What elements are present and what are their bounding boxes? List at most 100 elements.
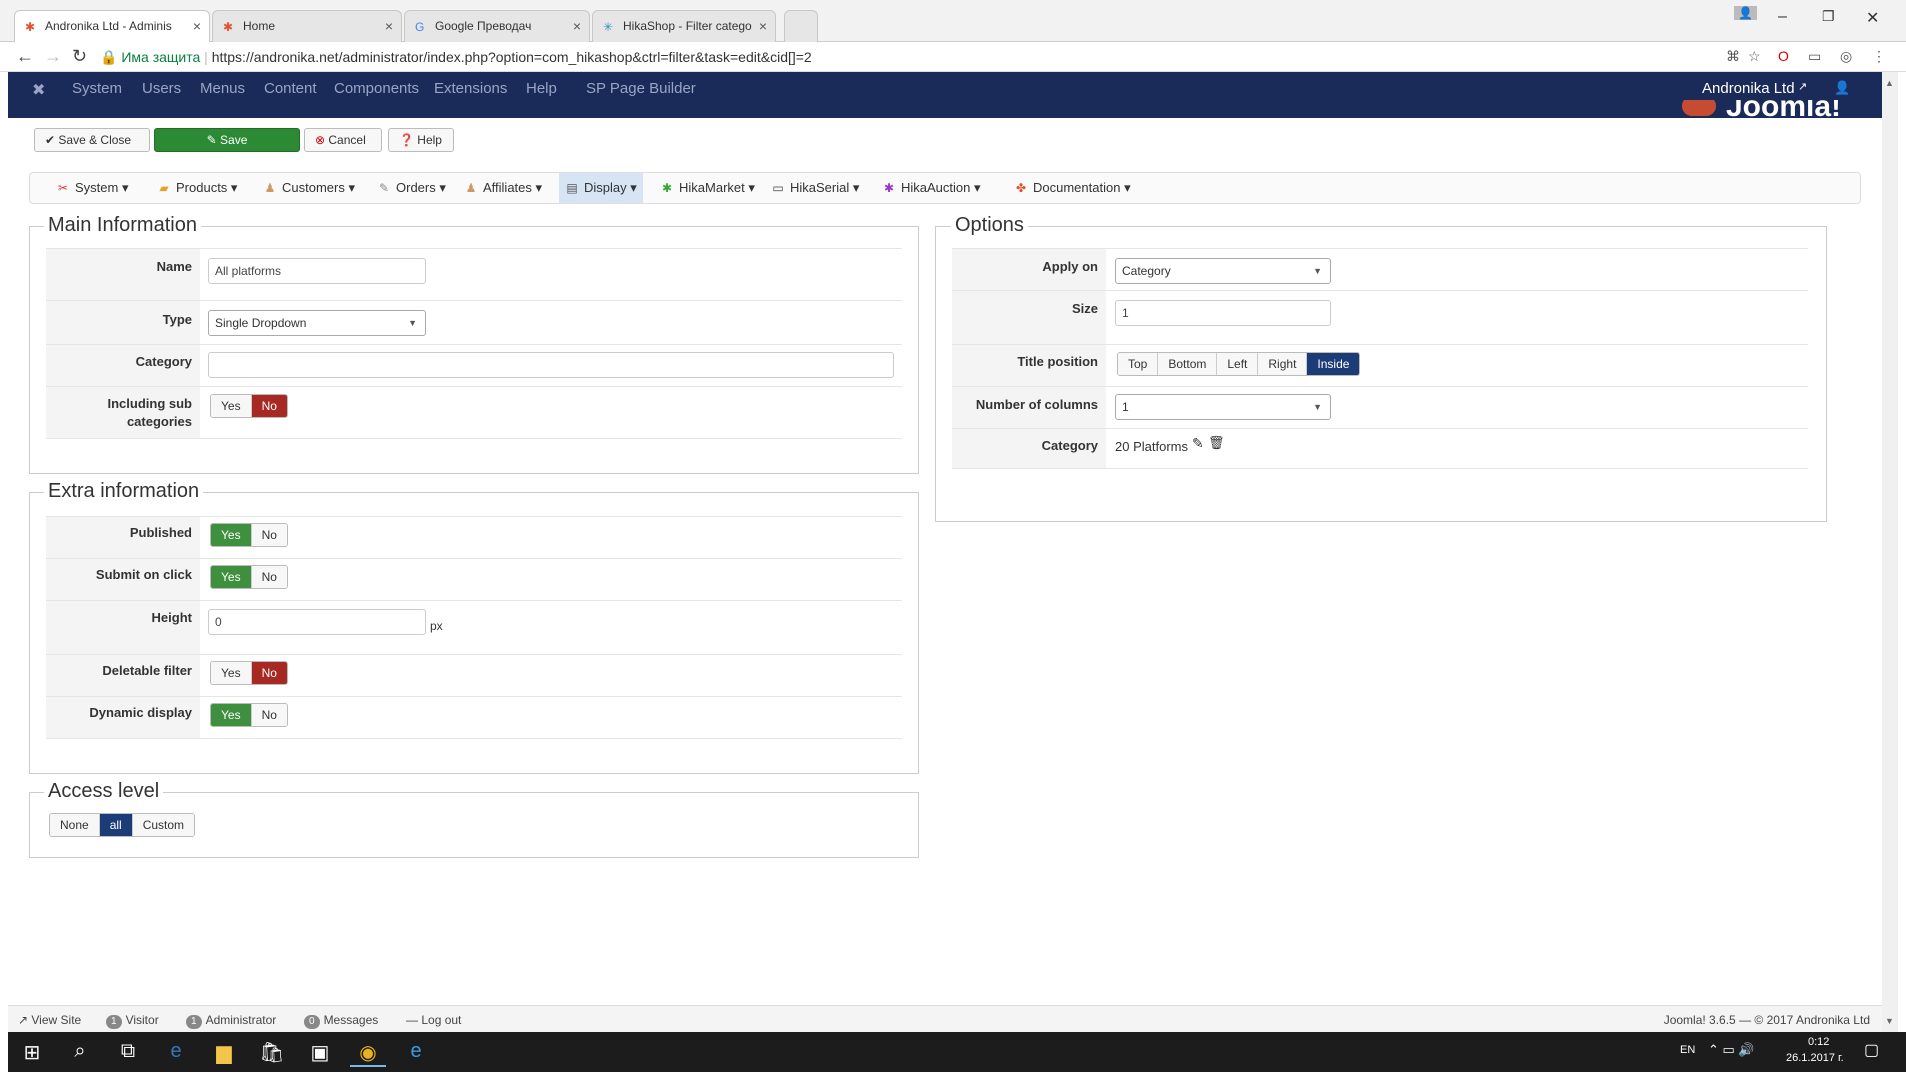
edge-icon[interactable]: e <box>158 1040 194 1063</box>
browser-tab-andronika[interactable]: ✱ Andronika Ltd - Adminis × <box>14 10 210 42</box>
browser-tab-home[interactable]: ✱ Home × <box>212 10 402 42</box>
notifications-icon[interactable]: ▢ <box>1864 1040 1879 1060</box>
translate-icon[interactable]: ⌘ <box>1726 48 1740 65</box>
hika-menu-display[interactable]: ▤ Display ▾ <box>559 173 643 203</box>
including-subcategories-toggle[interactable]: Yes No <box>210 394 288 418</box>
submit-on-click-toggle[interactable]: Yes No <box>210 565 288 589</box>
browser-tab-hikashop[interactable]: ✳ HikaShop - Filter catego × <box>592 10 776 42</box>
task-view-icon[interactable]: ⧉ <box>110 1040 146 1063</box>
joomla-logo-icon[interactable]: ✖ <box>32 80 45 100</box>
opera-icon[interactable]: O <box>1778 48 1789 64</box>
title-position-toggle[interactable]: Top Bottom Left Right Inside <box>1117 352 1361 376</box>
yes-option[interactable]: Yes <box>211 566 252 588</box>
menu-components[interactable]: Components <box>334 80 419 97</box>
hika-menu-customers[interactable]: ♟ Customers ▾ <box>257 173 361 203</box>
no-option[interactable]: No <box>251 524 287 546</box>
yes-option[interactable]: Yes <box>211 395 252 417</box>
menu-content[interactable]: Content <box>264 80 317 97</box>
page-scrollbar[interactable]: ▲ ▼ <box>1882 72 1898 1032</box>
visitor-status[interactable]: 1 Visitor <box>106 1013 159 1029</box>
clock-date[interactable]: 26.1.2017 г. <box>1786 1052 1844 1064</box>
title-position-right[interactable]: Right <box>1258 353 1308 375</box>
administrator-status[interactable]: 1 Administrator <box>186 1013 276 1029</box>
hika-menu-products[interactable]: ▰ Products ▾ <box>151 173 243 203</box>
menu-users[interactable]: Users <box>142 80 181 97</box>
calculator-icon[interactable]: ▣ <box>302 1040 338 1065</box>
store-icon[interactable]: 🛍 <box>254 1040 290 1065</box>
number-of-columns-select[interactable]: 1 ▼ <box>1115 394 1331 420</box>
maximize-icon[interactable]: ❐ <box>1822 8 1835 25</box>
no-option[interactable]: No <box>251 566 287 588</box>
save-button[interactable]: ✎ Save <box>154 128 300 152</box>
browser-tab-google-translate[interactable]: G Google Преводач × <box>404 10 590 42</box>
hika-menu-orders[interactable]: ✎ Orders ▾ <box>371 173 452 203</box>
height-input[interactable]: 0 <box>208 609 426 635</box>
window-close-icon[interactable]: ✕ <box>1866 8 1879 28</box>
menu-icon[interactable]: ⋮ <box>1872 48 1886 65</box>
published-toggle[interactable]: Yes No <box>210 523 288 547</box>
title-position-top[interactable]: Top <box>1118 353 1159 375</box>
no-option[interactable]: No <box>251 395 287 417</box>
close-icon[interactable]: × <box>193 11 201 41</box>
help-button[interactable]: ❓ Help <box>388 128 454 152</box>
cast-icon[interactable]: ▭ <box>1808 48 1821 65</box>
hika-menu-hikamarket[interactable]: ✱ HikaMarket ▾ <box>654 173 761 203</box>
back-icon[interactable]: ← <box>16 46 34 67</box>
close-icon[interactable]: × <box>573 11 581 41</box>
title-position-inside[interactable]: Inside <box>1307 353 1360 375</box>
access-all[interactable]: all <box>99 814 133 836</box>
minimize-icon[interactable]: – <box>1778 8 1787 26</box>
view-site-link[interactable]: ↗ View Site <box>18 1013 81 1027</box>
messages-status[interactable]: 0 Messages <box>304 1013 378 1029</box>
menu-extensions[interactable]: Extensions <box>434 80 507 97</box>
logout-link[interactable]: — Log out <box>406 1013 461 1027</box>
size-input[interactable]: 1 <box>1115 300 1331 326</box>
forward-icon[interactable]: → <box>44 46 62 67</box>
access-custom[interactable]: Custom <box>132 814 195 836</box>
windows-start-icon[interactable]: ⊞ <box>14 1040 50 1065</box>
title-position-left[interactable]: Left <box>1217 353 1259 375</box>
apply-on-select[interactable]: Category ▼ <box>1115 258 1331 284</box>
cancel-button[interactable]: ⊗ Cancel <box>304 128 382 152</box>
edit-icon[interactable]: ✎ <box>1192 435 1204 452</box>
hika-menu-system[interactable]: ✂ System ▾ <box>50 173 134 203</box>
profile-icon[interactable]: 👤 <box>1734 6 1757 20</box>
save-close-button[interactable]: ✔ Save & Close <box>34 128 150 152</box>
close-icon[interactable]: × <box>759 11 767 41</box>
url-field[interactable]: 🔒 Има защита | https://andronika.net/adm… <box>100 46 1720 68</box>
no-option[interactable]: No <box>251 704 287 726</box>
no-option[interactable]: No <box>251 662 287 684</box>
name-input[interactable]: All platforms <box>208 258 426 284</box>
hika-menu-affiliates[interactable]: ♟ Affiliates ▾ <box>458 173 548 203</box>
category-input[interactable] <box>208 352 894 378</box>
yes-option[interactable]: Yes <box>211 524 252 546</box>
file-explorer-icon[interactable]: ▆ <box>206 1040 242 1065</box>
hika-menu-hikaauction[interactable]: ✱ HikaAuction ▾ <box>876 173 987 203</box>
yes-option[interactable]: Yes <box>211 704 252 726</box>
clock-time[interactable]: 0:12 <box>1808 1036 1829 1048</box>
ie-icon[interactable]: e <box>398 1040 434 1063</box>
yes-option[interactable]: Yes <box>211 662 252 684</box>
hika-menu-hikaserial[interactable]: ▭ HikaSerial ▾ <box>765 173 865 203</box>
dynamic-display-toggle[interactable]: Yes No <box>210 703 288 727</box>
menu-help[interactable]: Help <box>526 80 557 97</box>
site-name-link[interactable]: Andronika Ltd <box>1702 80 1795 97</box>
new-tab-button[interactable] <box>784 10 818 42</box>
language-indicator[interactable]: EN <box>1680 1044 1695 1056</box>
hika-menu-documentation[interactable]: ✤ Documentation ▾ <box>1008 173 1137 203</box>
star-icon[interactable]: ☆ <box>1748 48 1761 65</box>
menu-menus[interactable]: Menus <box>200 80 245 97</box>
type-select[interactable]: Single Dropdown ▼ <box>208 310 426 336</box>
trash-icon[interactable]: 🗑 <box>1208 435 1225 451</box>
deletable-filter-toggle[interactable]: Yes No <box>210 661 288 685</box>
access-level-toggle[interactable]: None all Custom <box>49 813 196 837</box>
title-position-bottom[interactable]: Bottom <box>1158 353 1218 375</box>
reload-icon[interactable]: ↻ <box>72 46 87 67</box>
chrome-icon[interactable]: ◉ <box>350 1040 386 1067</box>
extension-icon[interactable]: ◎ <box>1840 48 1852 65</box>
search-icon[interactable]: ⌕ <box>62 1040 98 1063</box>
access-none[interactable]: None <box>50 814 100 836</box>
close-icon[interactable]: × <box>385 11 393 41</box>
menu-sp-page-builder[interactable]: SP Page Builder <box>586 80 696 97</box>
menu-system[interactable]: System <box>72 80 122 97</box>
